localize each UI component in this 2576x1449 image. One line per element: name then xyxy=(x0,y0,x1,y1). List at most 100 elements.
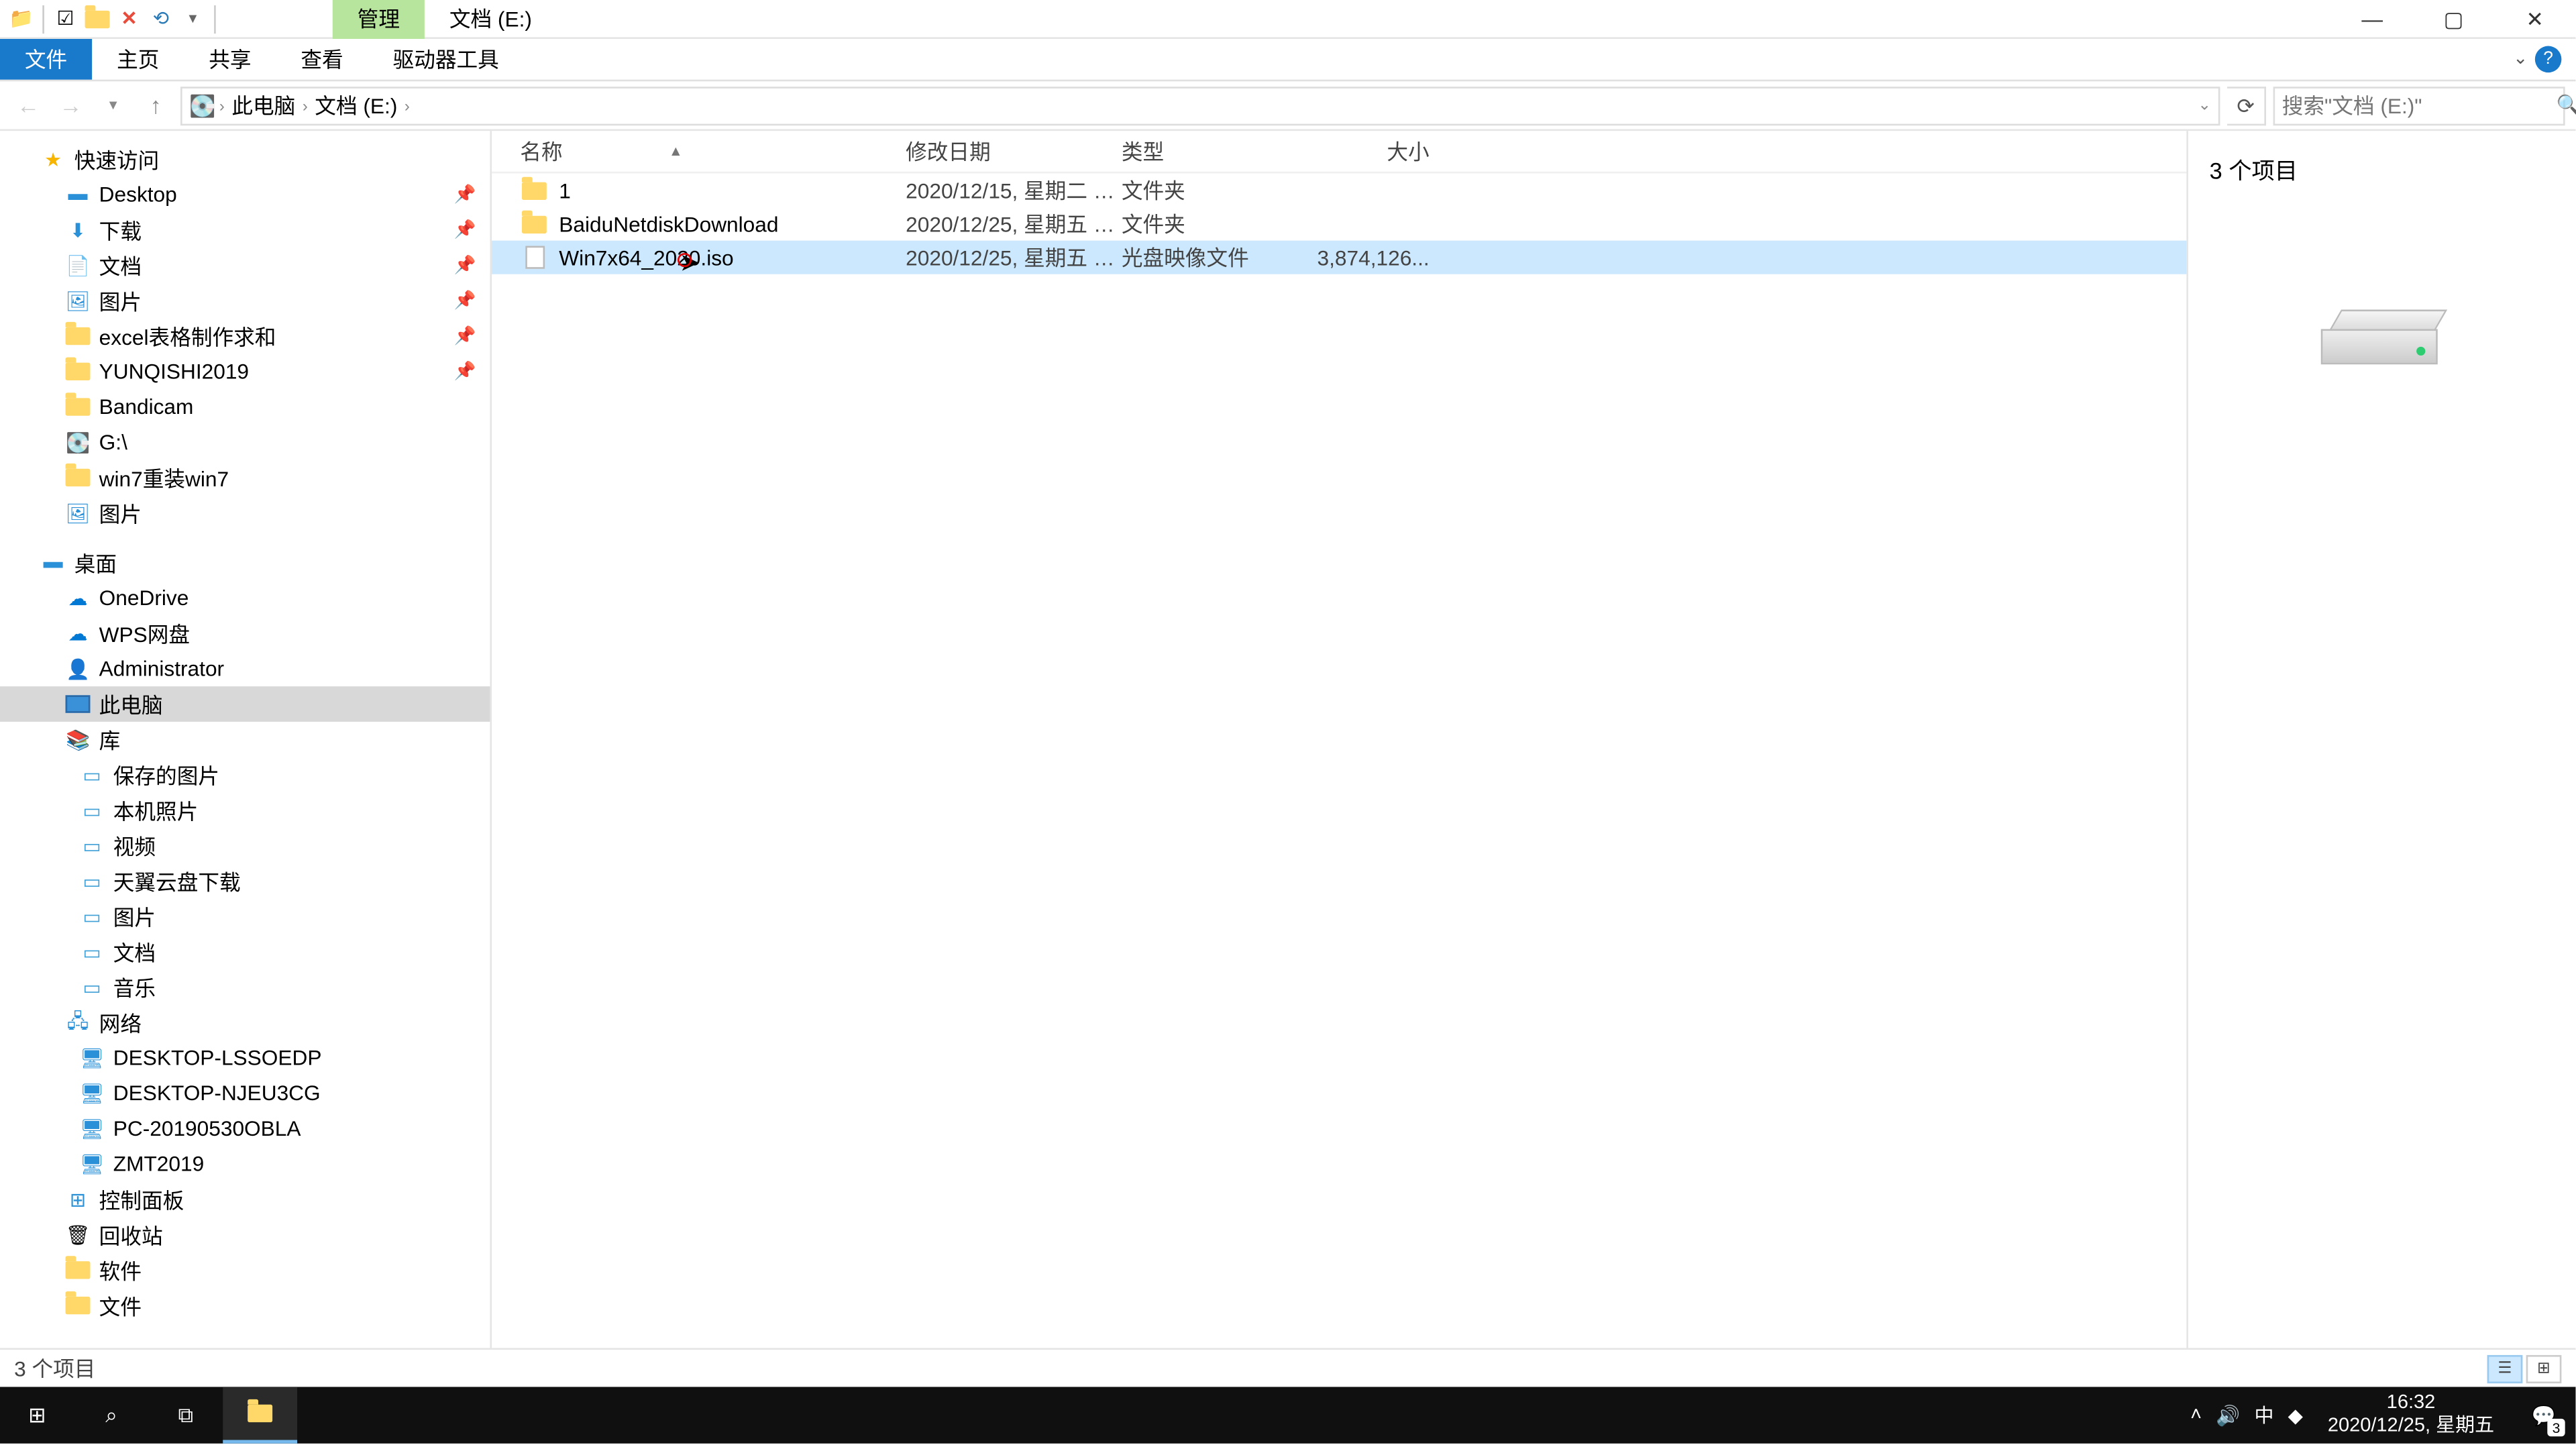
nav-folder[interactable]: 文件 xyxy=(0,1288,490,1324)
tab-file[interactable]: 文件 xyxy=(0,39,92,80)
volume-icon[interactable]: 🔊 xyxy=(2216,1403,2240,1426)
nav-quick-item[interactable]: YUNQISHI2019📌 xyxy=(0,354,490,389)
action-center-button[interactable]: 💬3 xyxy=(2519,1391,2569,1440)
nav-library-item[interactable]: ▭视频 xyxy=(0,828,490,863)
folder-icon xyxy=(64,1256,92,1284)
nav-quick-item[interactable]: 🖼图片📌 xyxy=(0,283,490,319)
file-row[interactable]: BaiduNetdiskDownload 2020/12/25, 星期五 1..… xyxy=(492,207,2186,241)
chevron-right-icon[interactable]: › xyxy=(303,97,308,114)
qat-properties-icon[interactable]: ☑ xyxy=(51,5,79,33)
music-icon: ▭ xyxy=(78,973,106,1001)
nav-library-item[interactable]: ▭音乐 xyxy=(0,969,490,1005)
tab-home[interactable]: 主页 xyxy=(92,39,184,80)
breadcrumb-segment[interactable]: 此电脑 xyxy=(228,90,299,120)
breadcrumb-dropdown-icon[interactable]: ⌄ xyxy=(2198,95,2211,115)
nav-quick-item[interactable]: ▬Desktop📌 xyxy=(0,177,490,213)
qat-newfolder-icon[interactable] xyxy=(83,5,111,33)
sort-asc-icon: ▲ xyxy=(669,144,683,160)
minimize-button[interactable]: — xyxy=(2332,0,2413,38)
breadcrumb[interactable]: 💽 › 此电脑 › 文档 (E:) › ⌄ xyxy=(180,86,2220,125)
nav-quick-item[interactable]: excel表格制作求和📌 xyxy=(0,319,490,354)
chevron-right-icon[interactable]: › xyxy=(405,97,410,114)
qat-dropdown-icon[interactable]: ▾ xyxy=(178,5,207,33)
file-row[interactable]: 1 2020/12/15, 星期二 1... 文件夹 xyxy=(492,173,2186,207)
column-name[interactable]: 名称▲ xyxy=(520,136,906,166)
view-icons-button[interactable]: ⊞ xyxy=(2526,1354,2562,1383)
nav-desktop[interactable]: ▬桌面 xyxy=(0,545,490,580)
taskbar-search-button[interactable]: ⌕ xyxy=(74,1387,149,1443)
nav-this-pc[interactable]: 此电脑 xyxy=(0,686,490,722)
search-box[interactable]: 🔍 xyxy=(2273,86,2565,125)
nav-folder[interactable]: 软件 xyxy=(0,1252,490,1288)
pc-icon: 🖥 xyxy=(78,1114,106,1142)
start-button[interactable]: ⊞ xyxy=(0,1387,74,1443)
nav-forward-button[interactable]: → xyxy=(53,88,89,123)
chevron-right-icon[interactable]: › xyxy=(219,97,225,114)
maximize-button[interactable]: ▢ xyxy=(2413,0,2494,38)
nav-quick-item[interactable]: 🖼图片 xyxy=(0,495,490,531)
search-icon[interactable]: 🔍 xyxy=(2556,94,2576,117)
nav-quick-item[interactable]: 💽G:\ xyxy=(0,425,490,460)
tray-app-icon[interactable]: ◆ xyxy=(2288,1403,2303,1426)
nav-recycle-bin[interactable]: 🗑回收站 xyxy=(0,1217,490,1252)
file-row[interactable]: Win7x64_2020.iso 2020/12/25, 星期五 1... 光盘… xyxy=(492,241,2186,274)
column-type[interactable]: 类型 xyxy=(1122,136,1302,166)
tray-overflow-icon[interactable]: ˄ xyxy=(2190,1405,2202,1426)
desktop-icon: ▬ xyxy=(39,548,67,576)
iso-file-icon xyxy=(520,244,548,272)
nav-network-pc[interactable]: 🖥DESKTOP-LSSOEDP xyxy=(0,1040,490,1076)
nav-library-item[interactable]: ▭保存的图片 xyxy=(0,757,490,793)
nav-quick-item[interactable]: 📄文档📌 xyxy=(0,248,490,283)
video-icon: ▭ xyxy=(78,831,106,859)
quick-access-toolbar: 📁 ☑ ✕ ⟲ ▾ xyxy=(0,5,227,33)
nav-control-panel[interactable]: ⊞控制面板 xyxy=(0,1182,490,1218)
ime-indicator[interactable]: 中 xyxy=(2254,1401,2273,1430)
nav-network-pc[interactable]: 🖥DESKTOP-NJEU3CG xyxy=(0,1075,490,1111)
star-icon: ★ xyxy=(39,145,67,173)
pin-icon: 📌 xyxy=(454,220,476,239)
pc-icon: 🖥 xyxy=(78,1150,106,1178)
nav-library-item[interactable]: ▭天翼云盘下载 xyxy=(0,863,490,899)
column-date[interactable]: 修改日期 xyxy=(906,136,1122,166)
task-view-button[interactable]: ⧉ xyxy=(149,1387,223,1443)
document-icon: ▭ xyxy=(78,938,106,966)
nav-back-button[interactable]: ← xyxy=(11,88,46,123)
pin-icon: 📌 xyxy=(454,327,476,346)
nav-quick-item[interactable]: Bandicam xyxy=(0,389,490,425)
nav-wps[interactable]: ☁WPS网盘 xyxy=(0,616,490,651)
breadcrumb-segment[interactable]: 文档 (E:) xyxy=(311,90,401,120)
taskbar: ⊞ ⌕ ⧉ ˄ 🔊 中 ◆ 16:32 2020/12/25, 星期五 💬3 xyxy=(0,1387,2575,1443)
nav-libraries[interactable]: 📚库 xyxy=(0,722,490,757)
nav-onedrive[interactable]: ☁OneDrive xyxy=(0,580,490,616)
contextual-tab-manage[interactable]: 管理 xyxy=(333,0,425,38)
nav-recent-dropdown[interactable]: ▾ xyxy=(95,88,131,123)
close-button[interactable]: ✕ xyxy=(2494,0,2575,38)
nav-library-item[interactable]: ▭图片 xyxy=(0,899,490,934)
qat-undo-icon[interactable]: ⟲ xyxy=(147,5,175,33)
nav-user[interactable]: 👤Administrator xyxy=(0,651,490,686)
help-icon[interactable]: ? xyxy=(2535,46,2562,73)
taskbar-explorer-button[interactable] xyxy=(223,1387,297,1443)
nav-quick-item[interactable]: win7重装win7 xyxy=(0,460,490,496)
nav-network-pc[interactable]: 🖥PC-20190530OBLA xyxy=(0,1111,490,1146)
picture-icon: ▭ xyxy=(78,902,106,930)
qat-delete-icon[interactable]: ✕ xyxy=(115,5,143,33)
nav-library-item[interactable]: ▭文档 xyxy=(0,934,490,969)
nav-library-item[interactable]: ▭本机照片 xyxy=(0,792,490,828)
nav-network-pc[interactable]: 🖥ZMT2019 xyxy=(0,1146,490,1182)
tab-view[interactable]: 查看 xyxy=(276,39,368,80)
tab-drive-tools[interactable]: 驱动器工具 xyxy=(368,39,524,80)
refresh-button[interactable]: ⟳ xyxy=(2227,86,2266,125)
nav-quick-access[interactable]: ★快速访问 xyxy=(0,142,490,177)
status-text: 3 个项目 xyxy=(14,1353,95,1383)
nav-up-button[interactable]: ↑ xyxy=(138,88,174,123)
nav-network[interactable]: 🖧网络 xyxy=(0,1005,490,1040)
nav-quick-item[interactable]: ⬇下载📌 xyxy=(0,212,490,248)
column-size[interactable]: 大小 xyxy=(1302,136,1430,166)
view-details-button[interactable]: ☰ xyxy=(2487,1354,2523,1383)
ribbon-collapse-icon[interactable]: ⌄ xyxy=(2513,50,2528,69)
tab-share[interactable]: 共享 xyxy=(184,39,276,80)
search-input[interactable] xyxy=(2282,93,2557,117)
taskbar-clock[interactable]: 16:32 2020/12/25, 星期五 xyxy=(2317,1392,2505,1439)
drive-preview-icon xyxy=(2320,309,2444,380)
